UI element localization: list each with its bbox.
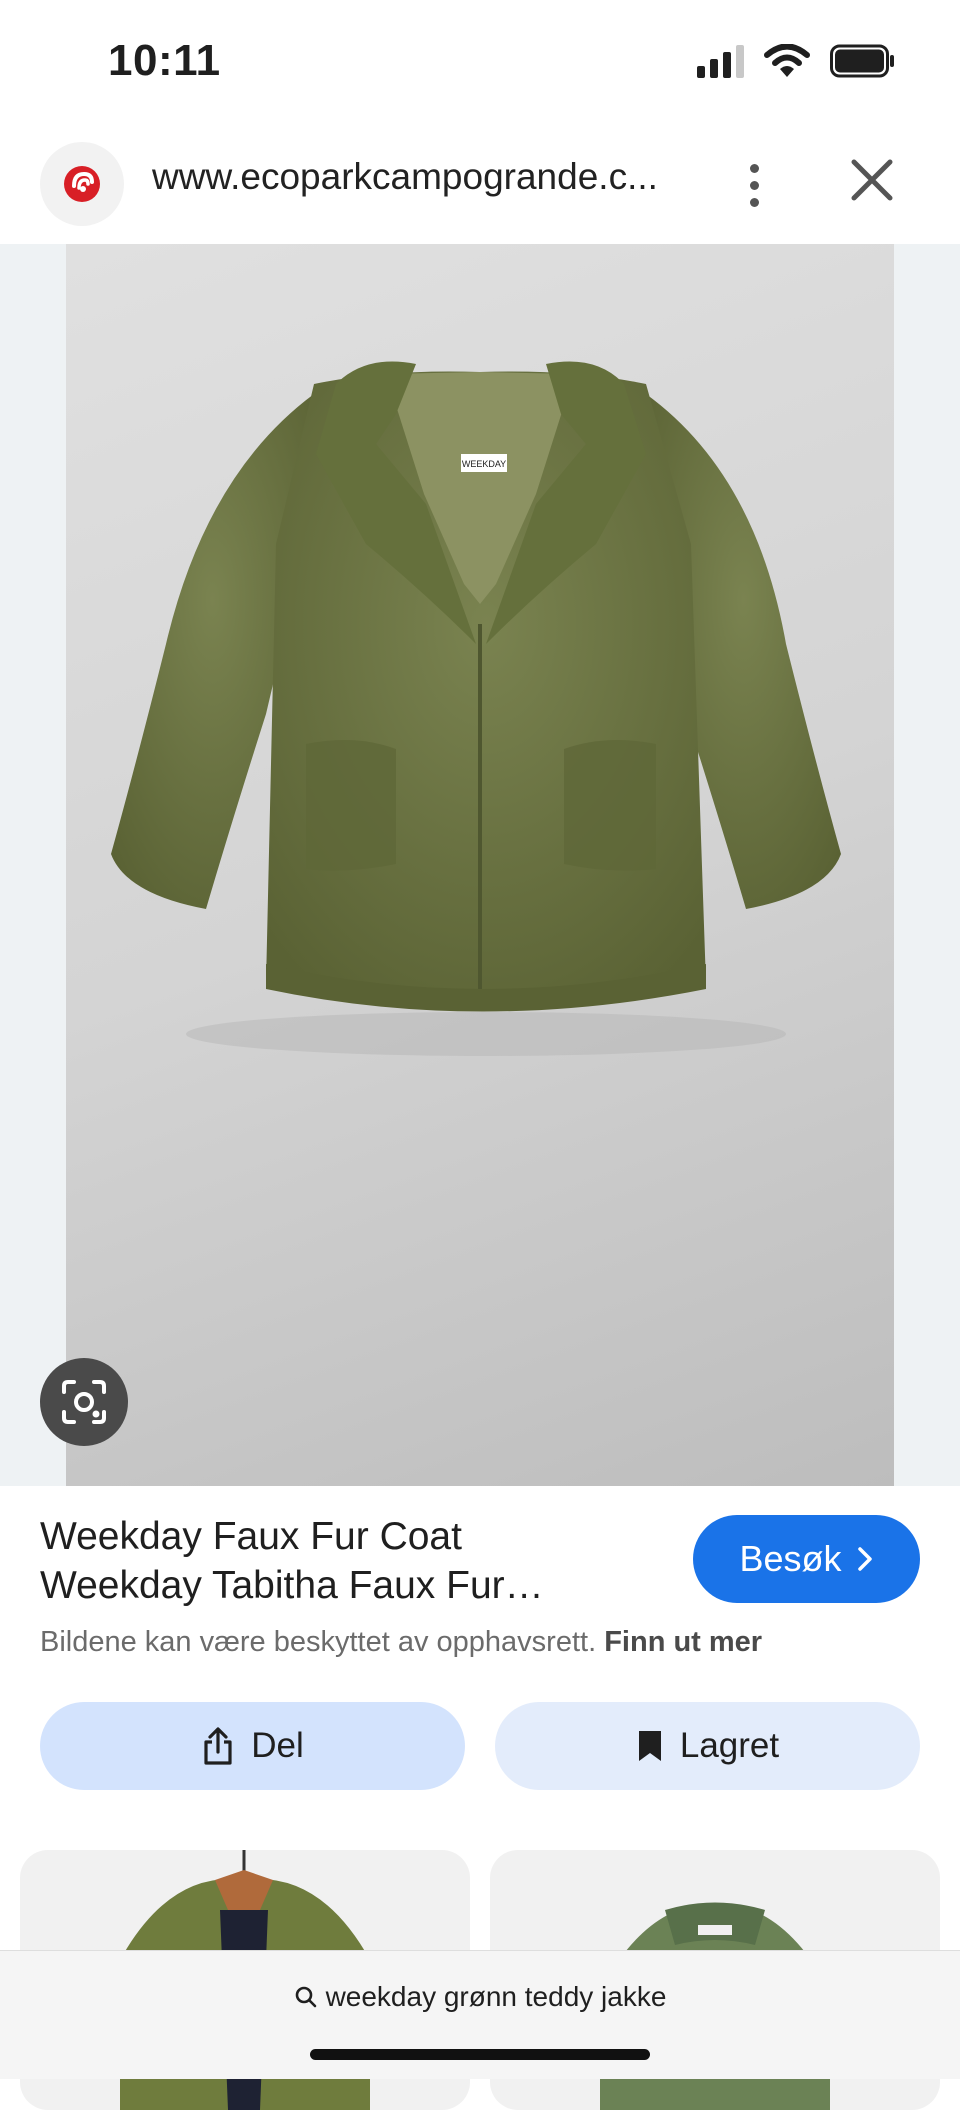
copyright-note: Bildene kan være beskyttet av opphavsret…	[40, 1626, 762, 1659]
bottom-search-bar[interactable]: weekday grønn teddy jakke	[0, 1950, 960, 2079]
visit-button-label: Besøk	[739, 1538, 842, 1579]
lens-icon[interactable]	[40, 1358, 128, 1446]
learn-more-link[interactable]: Finn ut mer	[604, 1626, 762, 1658]
status-time: 10:11	[108, 36, 221, 85]
brand-tag-label: WEEKDAY	[462, 459, 506, 469]
result-title-line1[interactable]: Weekday Faux Fur Coat	[40, 1515, 462, 1559]
result-title-line2[interactable]: Weekday Tabitha Faux Fur…	[40, 1564, 544, 1608]
search-query: weekday grønn teddy jakke	[325, 1981, 667, 2012]
bookmark-icon	[638, 1731, 661, 1761]
url-bar: www.ecoparkcampogrande.c...	[0, 126, 960, 244]
bottom-search[interactable]: weekday grønn teddy jakke	[0, 1981, 960, 2013]
signal-icon	[697, 44, 744, 78]
site-favicon-icon[interactable]	[40, 142, 124, 226]
share-icon	[204, 1727, 232, 1765]
saved-button[interactable]: Lagret	[495, 1702, 920, 1790]
url-text[interactable]: www.ecoparkcampogrande.c...	[152, 156, 658, 198]
status-bar: 10:11	[0, 0, 960, 126]
more-vert-icon[interactable]	[736, 150, 772, 220]
product-image[interactable]: WEEKDAY	[66, 244, 894, 1486]
close-icon[interactable]	[846, 154, 898, 206]
saved-button-label: Lagret	[679, 1726, 780, 1765]
share-button-label: Del	[251, 1726, 304, 1765]
copyright-text: Bildene kan være beskyttet av opphavsret…	[40, 1626, 597, 1658]
battery-icon	[830, 44, 894, 78]
image-viewer: WEEKDAY	[0, 244, 960, 1486]
status-icons	[697, 44, 896, 78]
chevron-right-icon	[857, 1547, 872, 1571]
share-button[interactable]: Del	[40, 1702, 465, 1790]
home-indicator	[310, 2049, 650, 2060]
visit-button[interactable]: Besøk	[693, 1515, 920, 1603]
search-icon	[295, 1986, 316, 2008]
wifi-icon	[764, 44, 810, 77]
